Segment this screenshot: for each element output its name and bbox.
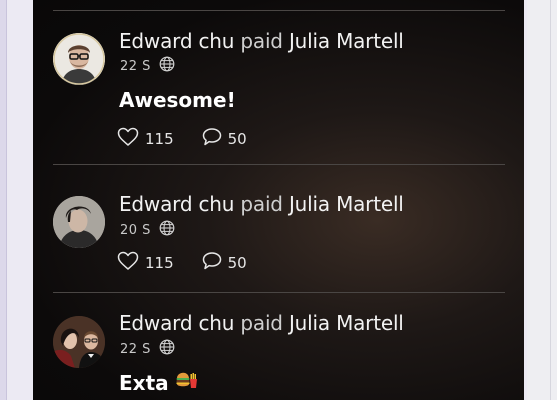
transaction-headline: Edward chu paid Julia Martell xyxy=(119,311,404,335)
divider xyxy=(53,164,505,165)
divider xyxy=(53,292,505,293)
target-name[interactable]: Julia Martell xyxy=(289,192,404,216)
timestamp: 22 S xyxy=(120,58,151,74)
globe-icon xyxy=(159,339,175,359)
like-button[interactable]: 115 xyxy=(117,251,174,275)
timestamp: 22 S xyxy=(120,341,151,357)
avatar[interactable] xyxy=(53,316,105,368)
message-text: Awesome! xyxy=(119,88,236,112)
globe-icon xyxy=(159,220,175,240)
transaction-headline: Edward chu paid Julia Martell xyxy=(119,29,404,53)
transaction-verb: paid xyxy=(240,192,283,216)
like-count: 115 xyxy=(145,254,174,272)
target-name[interactable]: Julia Martell xyxy=(289,311,404,335)
globe-icon xyxy=(159,56,175,76)
actor-name[interactable]: Edward chu xyxy=(119,192,234,216)
comment-icon xyxy=(202,127,222,151)
comment-count: 50 xyxy=(227,254,247,272)
message-text: Exta xyxy=(119,370,169,395)
window-right-edge xyxy=(527,0,557,400)
post-message: Exta xyxy=(119,369,199,396)
post-meta: 22 S xyxy=(120,56,175,76)
target-name[interactable]: Julia Martell xyxy=(289,29,404,53)
post-meta: 20 S xyxy=(120,220,175,240)
window-left-edge xyxy=(0,0,7,400)
avatar[interactable] xyxy=(53,33,105,85)
timestamp: 20 S xyxy=(120,222,151,238)
activity-feed[interactable]: Edward chu paid Julia Martell 22 S Aweso… xyxy=(33,0,524,400)
comment-icon xyxy=(202,251,222,275)
burger-emoji-icon xyxy=(175,369,199,396)
comment-count: 50 xyxy=(227,130,247,148)
transaction-headline: Edward chu paid Julia Martell xyxy=(119,192,404,216)
post-meta: 22 S xyxy=(120,339,175,359)
avatar[interactable] xyxy=(53,196,105,248)
comment-button[interactable]: 50 xyxy=(202,251,247,275)
like-button[interactable]: 115 xyxy=(117,127,174,151)
post-actions: 115 50 xyxy=(117,251,247,275)
comment-button[interactable]: 50 xyxy=(202,127,247,151)
actor-name[interactable]: Edward chu xyxy=(119,311,234,335)
divider xyxy=(53,10,505,11)
post-message: Awesome! xyxy=(119,88,236,112)
transaction-verb: paid xyxy=(240,29,283,53)
actor-name[interactable]: Edward chu xyxy=(119,29,234,53)
like-count: 115 xyxy=(145,130,174,148)
post-actions: 115 50 xyxy=(117,127,247,151)
transaction-verb: paid xyxy=(240,311,283,335)
heart-icon xyxy=(117,127,139,151)
heart-icon xyxy=(117,251,139,275)
